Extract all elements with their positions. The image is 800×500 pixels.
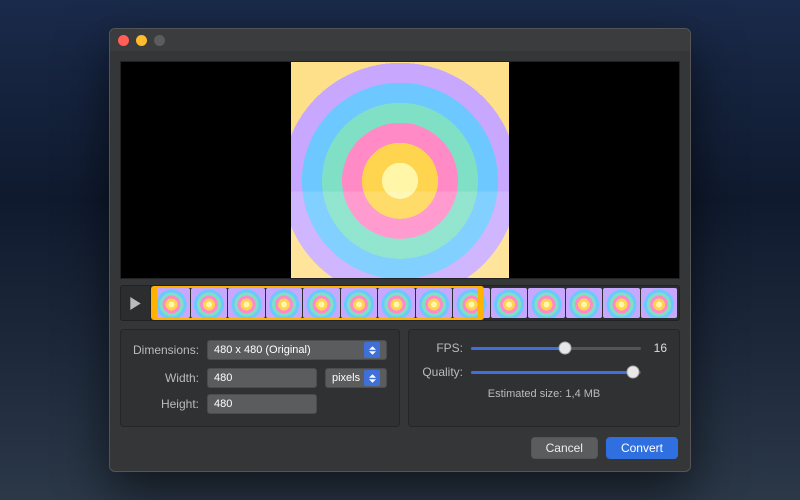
fps-slider[interactable] — [471, 340, 641, 356]
timeline-frame — [228, 288, 265, 318]
chevron-updown-icon — [364, 342, 380, 358]
timeline-frame — [528, 288, 565, 318]
dimensions-value: 480 x 480 (Original) — [214, 344, 311, 356]
timeline-frame — [566, 288, 603, 318]
timeline-frame — [341, 288, 378, 318]
height-input[interactable]: 480 — [207, 394, 317, 414]
dimensions-panel: Dimensions: 480 x 480 (Original) Width: … — [120, 329, 400, 427]
footer: Cancel Convert — [110, 437, 690, 471]
play-icon — [129, 297, 142, 310]
timeline-frames[interactable] — [151, 286, 679, 320]
slider-thumb[interactable] — [558, 342, 571, 355]
close-icon[interactable] — [118, 35, 129, 46]
timeline-frame — [153, 288, 190, 318]
preview-frame-art — [291, 62, 509, 278]
timeline-frame — [491, 288, 528, 318]
dimensions-label: Dimensions: — [133, 343, 207, 357]
estimated-size-label: Estimated size: 1,4 MB — [421, 388, 667, 400]
dimensions-select[interactable]: 480 x 480 (Original) — [207, 340, 387, 360]
timeline-frame — [453, 288, 490, 318]
width-input[interactable]: 480 — [207, 368, 317, 388]
output-panel: FPS: 16 Quality: — [408, 329, 680, 427]
height-label: Height: — [133, 397, 207, 411]
app-window: Dimensions: 480 x 480 (Original) Width: … — [109, 28, 691, 472]
quality-label: Quality: — [421, 365, 471, 379]
zoom-icon[interactable] — [154, 35, 165, 46]
timeline-frame — [303, 288, 340, 318]
width-label: Width: — [133, 371, 207, 385]
play-button[interactable] — [121, 286, 151, 320]
timeline-frame — [603, 288, 640, 318]
unit-select[interactable]: pixels — [325, 368, 387, 388]
video-preview — [120, 61, 680, 279]
cancel-button[interactable]: Cancel — [531, 437, 598, 459]
timeline-frame — [378, 288, 415, 318]
timeline-frame — [266, 288, 303, 318]
titlebar — [110, 29, 690, 51]
timeline-frame — [641, 288, 678, 318]
convert-button[interactable]: Convert — [606, 437, 678, 459]
chevron-updown-icon — [364, 370, 380, 386]
minimize-icon[interactable] — [136, 35, 147, 46]
timeline-frame — [416, 288, 453, 318]
unit-value: pixels — [332, 372, 360, 384]
fps-label: FPS: — [421, 341, 471, 355]
timeline — [120, 285, 680, 321]
fps-value: 16 — [641, 341, 667, 355]
slider-thumb[interactable] — [626, 366, 639, 379]
timeline-frame — [191, 288, 228, 318]
quality-slider[interactable] — [471, 364, 641, 380]
